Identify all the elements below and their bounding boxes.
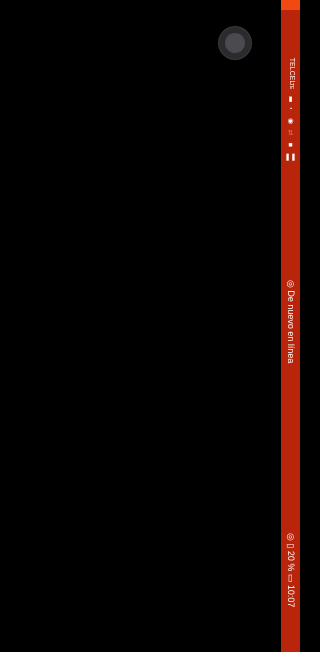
online-notification-text: De nuevo en línea xyxy=(285,290,296,364)
camera-lens xyxy=(225,33,245,53)
signal-icon: ▮ xyxy=(288,96,293,103)
front-camera xyxy=(219,27,251,59)
pause-icon: ❚❚ xyxy=(284,154,297,161)
status-bar: TELCEL LTE ▮ ◔ ◉ ⇅ ■ ❚❚ ◎ De nuevo en lí… xyxy=(281,0,300,652)
globe-icon: ◎ xyxy=(285,280,296,291)
data-arrows-icon: ⇅ xyxy=(287,130,294,137)
battery-percent: 20 % xyxy=(285,550,296,572)
battery-icon: ▭ xyxy=(285,573,296,583)
screen: TELCEL LTE ▮ ◔ ◉ ⇅ ■ ❚❚ ◎ De nuevo en lí… xyxy=(0,0,300,652)
square-icon: ■ xyxy=(288,142,293,149)
network-type-label: LTE xyxy=(287,80,294,90)
nfc-icon: ◉ xyxy=(287,118,294,125)
clock-time: 10:07 xyxy=(285,584,296,608)
status-bar-top-strip xyxy=(281,0,300,10)
vibrate-icon: ▯ xyxy=(285,543,296,549)
wifi-icon: ◔ xyxy=(288,106,293,113)
online-notification: ◎ De nuevo en línea xyxy=(281,280,300,380)
status-right-group: ◎ ▯ 20 % ▭ 10:07 xyxy=(281,533,300,633)
location-icon: ◎ xyxy=(285,533,296,541)
